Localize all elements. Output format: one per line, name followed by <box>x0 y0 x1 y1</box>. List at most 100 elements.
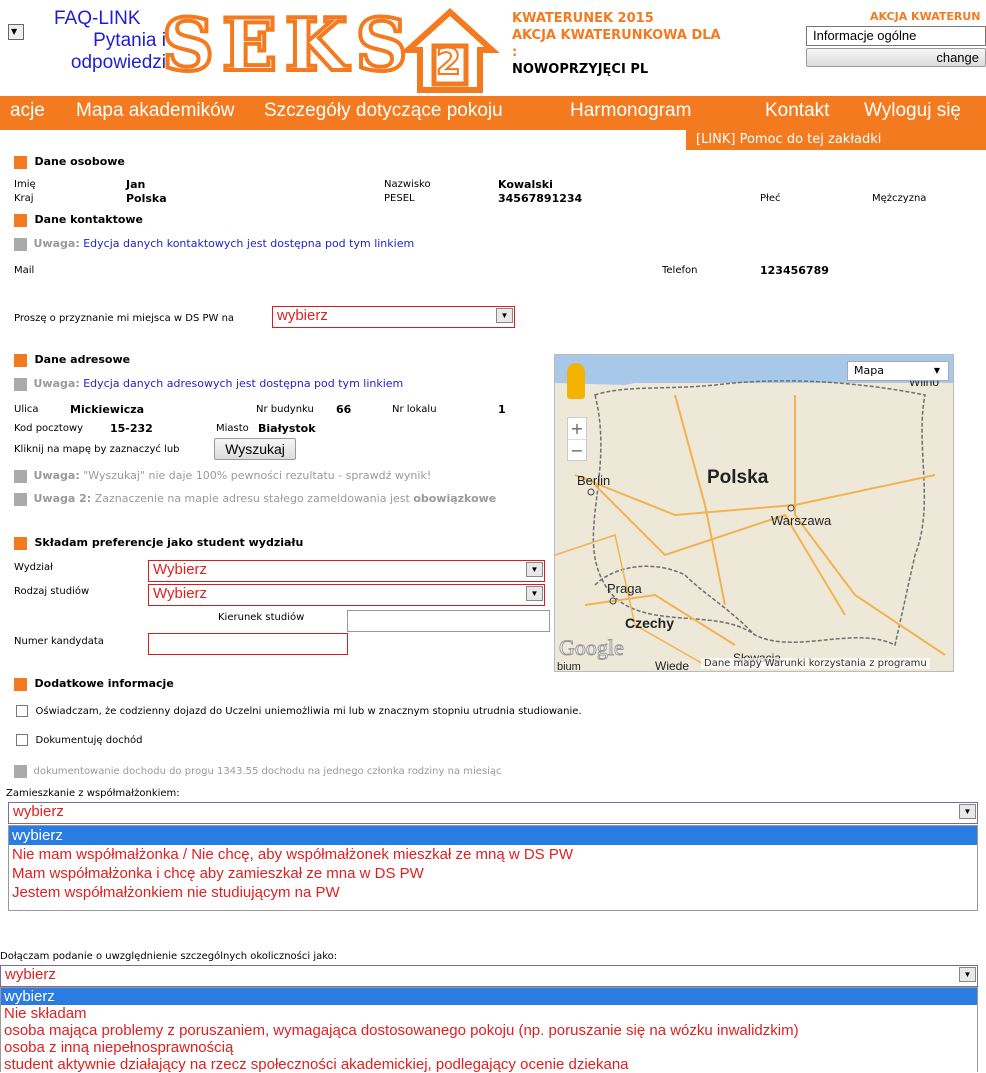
map-label-polska: Polska <box>707 467 769 488</box>
spouse-option[interactable]: Mam współmałżonka i chcę aby zamieszkał … <box>9 864 977 883</box>
study-type-select-value: Wybierz <box>153 585 208 602</box>
spouse-option[interactable]: Nie mam współmałżonka / Nie chcę, aby ws… <box>9 845 977 864</box>
special-select[interactable]: wybierz ▼ <box>0 965 978 987</box>
address-edit-link[interactable]: Edycja danych adresowych jest dostępna p… <box>83 377 403 390</box>
pegman-icon[interactable] <box>567 363 585 399</box>
personal-section-title: Dane osobowe <box>14 155 125 169</box>
orange-square-icon <box>14 155 27 169</box>
zoom-out-button[interactable]: − <box>568 440 586 461</box>
first-name-label: Imię <box>14 179 36 190</box>
faq-line: FAQ-LINK <box>54 8 141 29</box>
spouse-select[interactable]: wybierz ▼ <box>8 802 978 824</box>
candidate-input[interactable] <box>148 633 348 655</box>
flat-label: Nr lokalu <box>392 404 437 415</box>
phone-value: 123456789 <box>760 264 829 277</box>
zoom-in-button[interactable]: + <box>568 418 586 440</box>
direction-input[interactable] <box>347 610 550 632</box>
section-title: Dodatkowe informacje <box>34 677 174 690</box>
main-menu: acje Mapa akademików Szczegóły dotyczące… <box>0 96 986 130</box>
gray-square-icon <box>14 469 27 483</box>
flat-value: 1 <box>498 403 506 416</box>
gray-square-icon <box>14 237 27 251</box>
special-option[interactable]: Nie składam <box>1 1005 977 1022</box>
map-label-praga: Praga <box>607 581 642 596</box>
special-select-value: wybierz <box>5 966 56 983</box>
gray-square-icon <box>14 764 27 778</box>
building-value: 66 <box>336 403 352 416</box>
note-prefix: Uwaga: <box>33 237 80 250</box>
warning-prefix: Uwaga: <box>33 469 80 482</box>
contact-edit-link[interactable]: Edycja danych kontaktowych jest dostępna… <box>83 237 414 250</box>
warning-text: Zaznaczenie na mapie adresu stałego zame… <box>94 492 410 505</box>
request-label: Proszę o przyznanie mi miejsca w DS PW n… <box>14 313 235 324</box>
study-type-select[interactable]: Wybierz ▼ <box>148 584 545 606</box>
income-note: dokumentowanie dochodu do progu 1343.55 … <box>14 764 502 778</box>
warning-bold: obowiązkowe <box>413 492 497 505</box>
sex-label: Płeć <box>760 193 781 204</box>
last-name-label: Nazwisko <box>384 179 431 190</box>
street-value: Mickiewicza <box>70 403 145 416</box>
search-address-button[interactable]: Wyszukaj <box>214 438 296 460</box>
menu-item-mapa[interactable]: Mapa akademików <box>76 100 234 122</box>
commute-checkbox[interactable] <box>16 705 28 717</box>
address-warning-2: Uwaga 2: Zaznaczenie na mapie adresu sta… <box>14 492 496 506</box>
city-label: Miasto <box>216 423 249 434</box>
request-select[interactable]: wybierz ▼ <box>272 306 515 328</box>
chevron-down-icon: ▼ <box>496 308 513 323</box>
spouse-select-value: wybierz <box>13 803 64 820</box>
sex-value: Mężczyzna <box>872 193 927 204</box>
commute-option[interactable]: Oświadczam, że codzienny dojazd do Uczel… <box>16 704 582 717</box>
menu-item-informacje[interactable]: acje <box>10 100 45 122</box>
faq-link[interactable]: FAQ-LINK Pytania i odpowiedzi <box>36 8 166 74</box>
income-option[interactable]: Dokumentuję dochód <box>16 733 143 746</box>
note-prefix: Uwaga: <box>33 377 80 390</box>
income-checkbox[interactable] <box>16 734 28 746</box>
map-label-bium: bium <box>557 661 581 672</box>
gray-square-icon <box>14 492 27 506</box>
special-options-list: wybierz Nie składam osoba mająca problem… <box>0 987 978 1073</box>
header-left-select[interactable]: ▼ <box>8 24 24 40</box>
menu-item-szczegoly[interactable]: Szczegóły dotyczące pokoju <box>264 100 503 122</box>
special-option[interactable]: wybierz <box>1 988 977 1005</box>
title-line: NOWOPRZYJĘCI PL <box>512 62 649 77</box>
phone-label: Telefon <box>662 265 698 276</box>
zoom-control: + − <box>567 417 587 461</box>
change-button-label: change <box>936 50 979 65</box>
menu-item-harmonogram[interactable]: Harmonogram <box>570 100 691 122</box>
menu-item-kontakt[interactable]: Kontakt <box>765 100 829 122</box>
contact-section-title: Dane kontaktowe <box>14 213 143 227</box>
spouse-option[interactable]: wybierz <box>9 826 977 845</box>
commute-label: Oświadczam, że codzienny dojazd do Uczel… <box>35 706 582 717</box>
direction-label: Kierunek studiów <box>218 612 305 623</box>
special-option[interactable]: student aktywnie działający na rzecz spo… <box>1 1056 977 1073</box>
address-warning-1: Uwaga: "Wyszukaj" nie daje 100% pewności… <box>14 469 431 483</box>
chevron-down-icon: ▼ <box>526 586 543 601</box>
map-attribution[interactable]: Dane mapy Warunki korzystania z programu <box>701 658 930 669</box>
section-select[interactable]: Informacje ogólne <box>806 26 986 46</box>
spouse-option[interactable]: Jestem współmałżonkiem nie studiującym n… <box>9 883 977 902</box>
special-option[interactable]: osoba mająca problemy z poruszaniem, wym… <box>1 1022 977 1039</box>
title-line: AKCJA KWATERUNKOWA DLA <box>512 28 721 43</box>
map-canvas <box>555 355 953 666</box>
street-label: Ulica <box>14 404 39 415</box>
map-type-select[interactable]: Mapa ▼ <box>847 361 949 381</box>
chevron-down-icon: ▼ <box>526 562 543 577</box>
help-link[interactable]: [LINK] Pomoc do tej zakładki <box>686 130 986 150</box>
change-button[interactable]: change <box>806 48 986 67</box>
special-option[interactable]: osoba z inną niepełnosprawnością <box>1 1039 977 1056</box>
map-label-czechy: Czechy <box>625 615 675 631</box>
building-label: Nr budynku <box>256 404 314 415</box>
menu-item-wyloguj[interactable]: Wyloguj się <box>864 100 961 122</box>
city-value: Białystok <box>258 422 316 435</box>
orange-square-icon <box>14 677 27 691</box>
address-note: Uwaga: Edycja danych adresowych jest dos… <box>14 377 403 391</box>
faculty-select[interactable]: Wybierz ▼ <box>148 560 545 582</box>
request-select-value: wybierz <box>277 307 328 324</box>
last-name-value: Kowalski <box>498 178 553 191</box>
location-map[interactable]: Polska Berlin Warszawa Praga Czechy Wiln… <box>554 354 954 672</box>
country-value: Polska <box>126 192 167 205</box>
section-title: Dane adresowe <box>34 353 131 366</box>
right-header-label: AKCJA KWATERUN <box>870 10 981 23</box>
seks-logo: SEKS 2 <box>160 0 500 94</box>
extra-section-title: Dodatkowe informacje <box>14 677 174 691</box>
